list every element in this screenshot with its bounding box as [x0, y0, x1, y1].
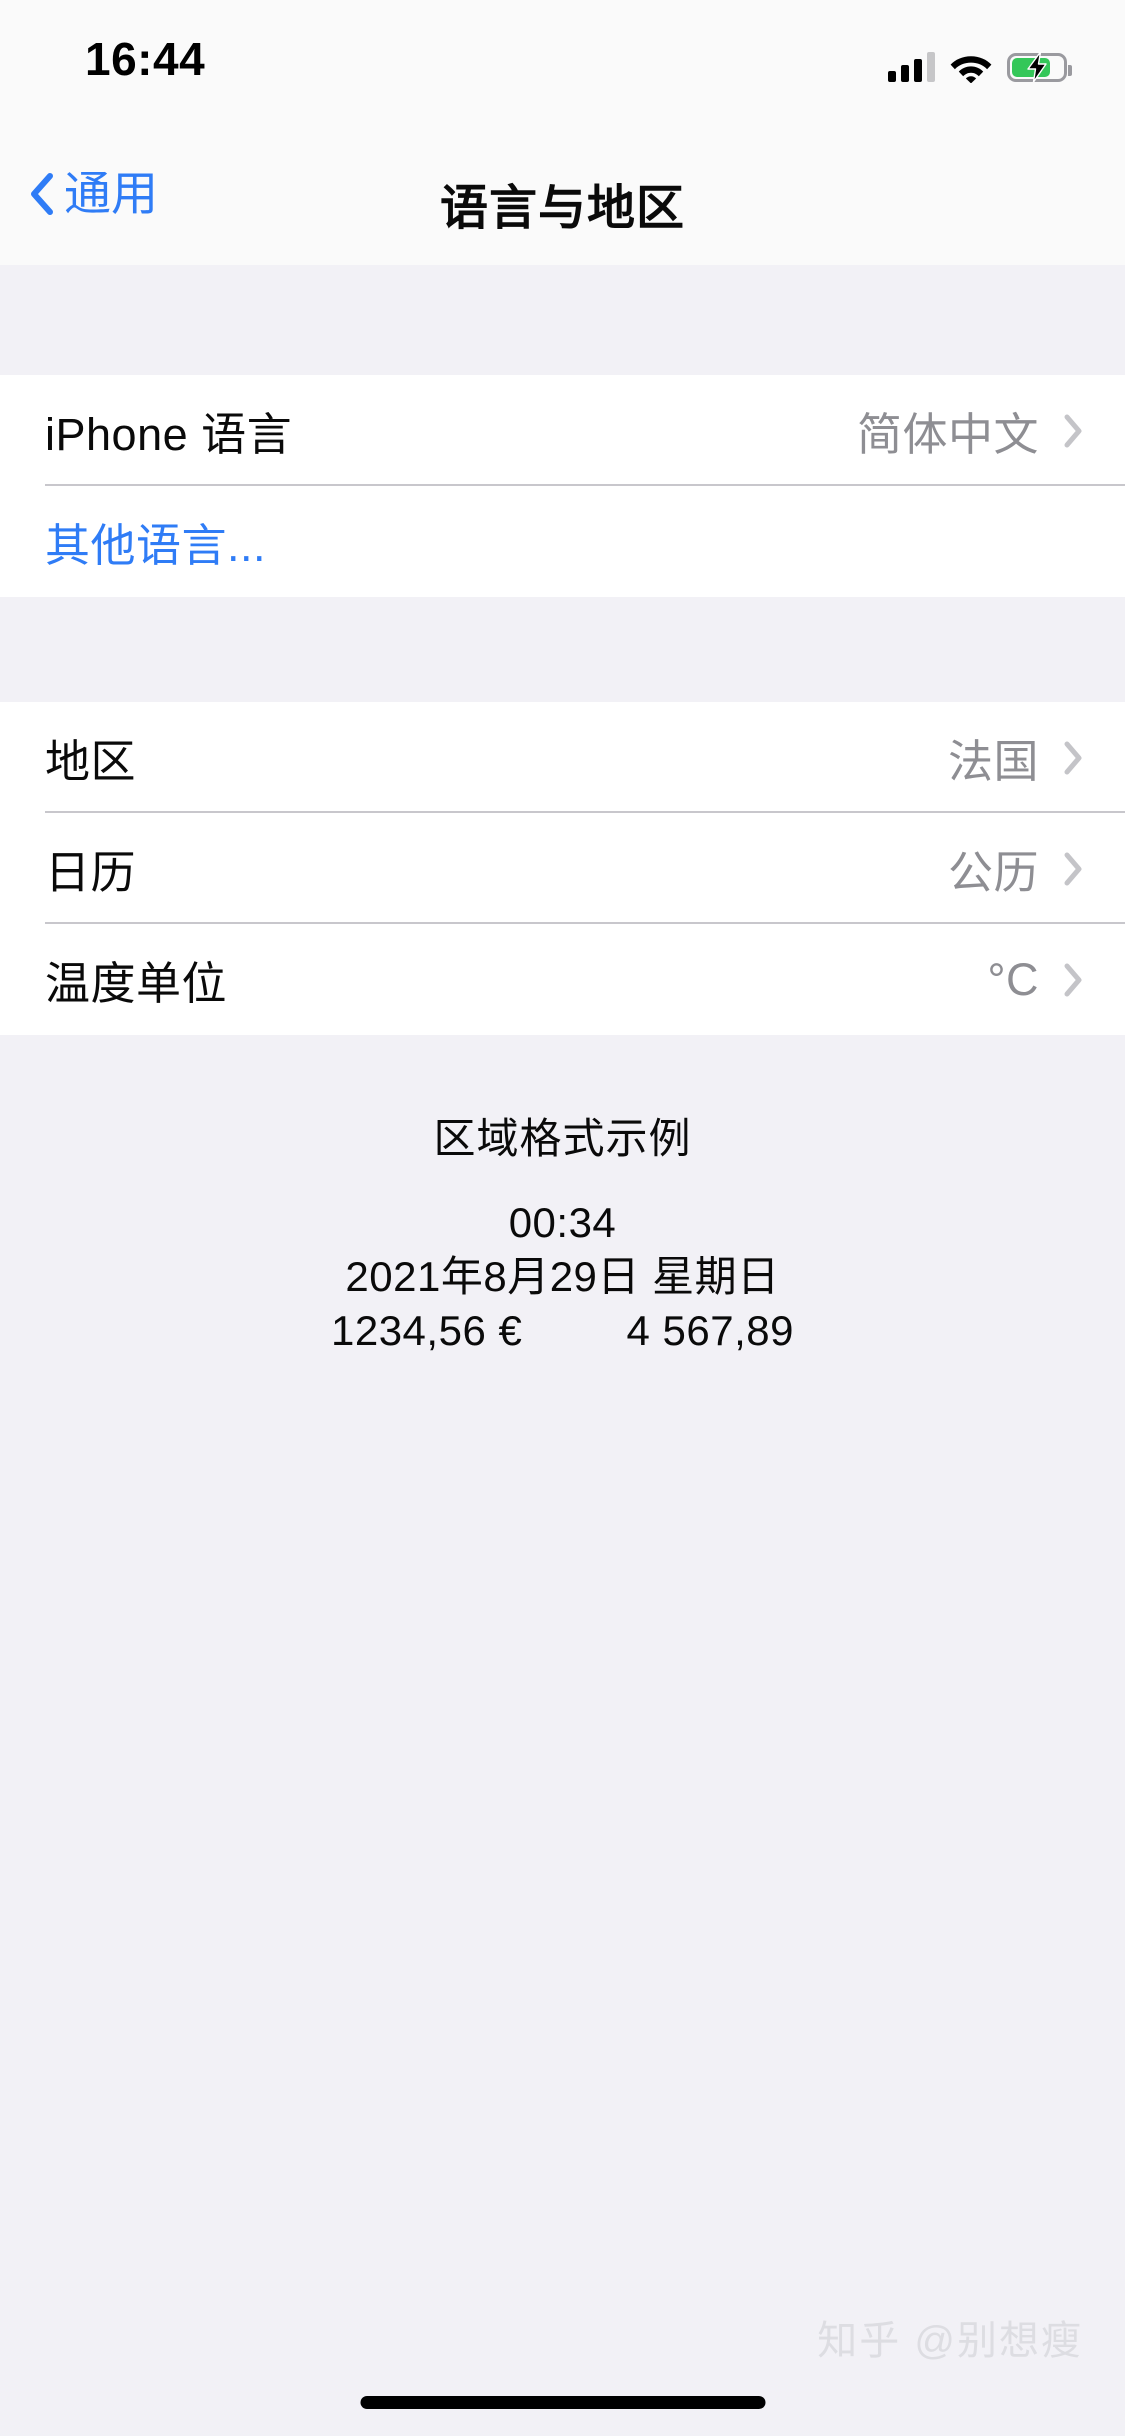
- status-bar: 16:44: [0, 0, 1125, 132]
- page-title: 语言与地区: [439, 182, 685, 235]
- chevron-right-icon: [1063, 413, 1083, 449]
- charging-bolt-icon: [1027, 52, 1047, 82]
- row-value: 公历: [947, 847, 1039, 898]
- section-region: 地区 法国 日历 公历 温度单位 °C: [0, 702, 1125, 1035]
- row-label: iPhone 语言: [45, 409, 293, 460]
- row-calendar[interactable]: 日历 公历: [0, 813, 1125, 924]
- row-value: °C: [987, 953, 1039, 1005]
- row-value: 简体中文: [856, 409, 1039, 460]
- sample-date: 2021年8月29日 星期日: [345, 1252, 780, 1300]
- row-region[interactable]: 地区 法国: [0, 702, 1125, 813]
- row-label: 地区: [45, 736, 137, 787]
- row-temperature-unit[interactable]: 温度单位 °C: [0, 924, 1125, 1035]
- sample-number-row: 1234,56 € 4 567,89: [331, 1304, 794, 1358]
- signal-bars-icon: [888, 52, 935, 82]
- settings-content: iPhone 语言 简体中文 其他语言... 地区 法国 日历 公历 温度单位 …: [0, 265, 1125, 2436]
- navigation-bar: 通用 语言与地区: [0, 132, 1125, 265]
- sample-number: 4 567,89: [626, 1306, 795, 1354]
- region-format-example-title: 区域格式示例: [433, 1115, 692, 1162]
- row-label: 温度单位: [45, 958, 228, 1009]
- row-label: 其他语言...: [45, 520, 267, 571]
- row-value: 法国: [947, 736, 1039, 787]
- section-language: iPhone 语言 简体中文 其他语言...: [0, 375, 1125, 597]
- chevron-right-icon: [1063, 740, 1083, 776]
- status-bar-time: 16:44: [85, 33, 206, 85]
- section-gap-top: [0, 265, 1125, 375]
- row-other-languages[interactable]: 其他语言...: [0, 486, 1125, 597]
- status-bar-indicators: [888, 44, 1072, 90]
- region-format-example: 区域格式示例 00:34 2021年8月29日 星期日 1234,56 € 4 …: [0, 1035, 1125, 1358]
- chevron-right-icon: [1063, 962, 1083, 998]
- iphone-settings-screen: 16:44 通用 语言与地区 iPhone 语言 简体中文 其他语言... 地区…: [0, 0, 1125, 2436]
- row-label: 日历: [45, 847, 137, 898]
- section-gap-middle: [0, 597, 1125, 702]
- sample-time: 00:34: [508, 1199, 617, 1246]
- home-indicator[interactable]: [360, 2396, 765, 2409]
- watermark: 知乎 @别想瘦: [817, 2319, 1083, 2363]
- wifi-icon: [950, 52, 992, 83]
- chevron-right-icon: [1063, 851, 1083, 887]
- sample-currency: 1234,56 €: [330, 1306, 523, 1354]
- row-iphone-language[interactable]: iPhone 语言 简体中文: [0, 375, 1125, 486]
- battery-charging-icon: [1007, 52, 1072, 82]
